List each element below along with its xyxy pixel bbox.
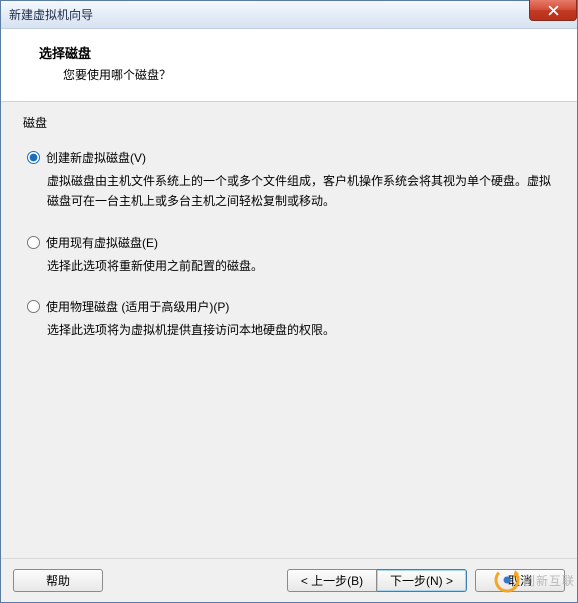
- next-button[interactable]: 下一步(N) >: [377, 569, 467, 592]
- radio-existing[interactable]: [27, 236, 40, 249]
- close-button[interactable]: [529, 0, 577, 21]
- option-create-new: 创建新虚拟磁盘(V) 虚拟磁盘由主机文件系统上的一个或多个文件组成，客户机操作系…: [27, 149, 559, 212]
- option-existing: 使用现有虚拟磁盘(E) 选择此选项将重新使用之前配置的磁盘。: [27, 234, 559, 277]
- option-physical-label: 使用物理磁盘 (适用于高级用户)(P): [46, 298, 229, 315]
- radio-physical[interactable]: [27, 300, 40, 313]
- option-create-new-row[interactable]: 创建新虚拟磁盘(V): [27, 149, 559, 166]
- page-title: 选择磁盘: [39, 43, 553, 62]
- radio-create-new[interactable]: [27, 151, 40, 164]
- option-existing-row[interactable]: 使用现有虚拟磁盘(E): [27, 234, 559, 251]
- titlebar: 新建虚拟机向导: [1, 1, 577, 29]
- close-icon: [548, 5, 559, 16]
- option-physical-row[interactable]: 使用物理磁盘 (适用于高级用户)(P): [27, 298, 559, 315]
- content-area: 磁盘 创建新虚拟磁盘(V) 虚拟磁盘由主机文件系统上的一个或多个文件组成，客户机…: [1, 102, 577, 578]
- help-button[interactable]: 帮助: [13, 569, 103, 592]
- header-panel: 选择磁盘 您要使用哪个磁盘？: [1, 29, 577, 102]
- option-physical: 使用物理磁盘 (适用于高级用户)(P) 选择此选项将为虚拟机提供直接访问本地硬盘…: [27, 298, 559, 341]
- disk-options-group: 创建新虚拟磁盘(V) 虚拟磁盘由主机文件系统上的一个或多个文件组成，客户机操作系…: [27, 149, 559, 341]
- window-title: 新建虚拟机向导: [9, 6, 93, 23]
- option-create-new-label: 创建新虚拟磁盘(V): [46, 149, 146, 166]
- option-existing-label: 使用现有虚拟磁盘(E): [46, 234, 158, 251]
- option-create-new-desc: 虚拟磁盘由主机文件系统上的一个或多个文件组成，客户机操作系统会将其视为单个硬盘。…: [47, 172, 559, 212]
- wizard-window: 新建虚拟机向导 选择磁盘 您要使用哪个磁盘？ 磁盘 创建新虚拟磁盘(V) 虚拟磁…: [0, 0, 578, 603]
- button-bar: 帮助 < 上一步(B) 下一步(N) > 取消: [1, 558, 577, 602]
- option-physical-desc: 选择此选项将为虚拟机提供直接访问本地硬盘的权限。: [47, 321, 559, 341]
- section-label: 磁盘: [23, 114, 559, 131]
- option-existing-desc: 选择此选项将重新使用之前配置的磁盘。: [47, 257, 559, 277]
- back-button[interactable]: < 上一步(B): [287, 569, 377, 592]
- cancel-button[interactable]: 取消: [475, 569, 565, 592]
- page-subtitle: 您要使用哪个磁盘？: [63, 66, 553, 83]
